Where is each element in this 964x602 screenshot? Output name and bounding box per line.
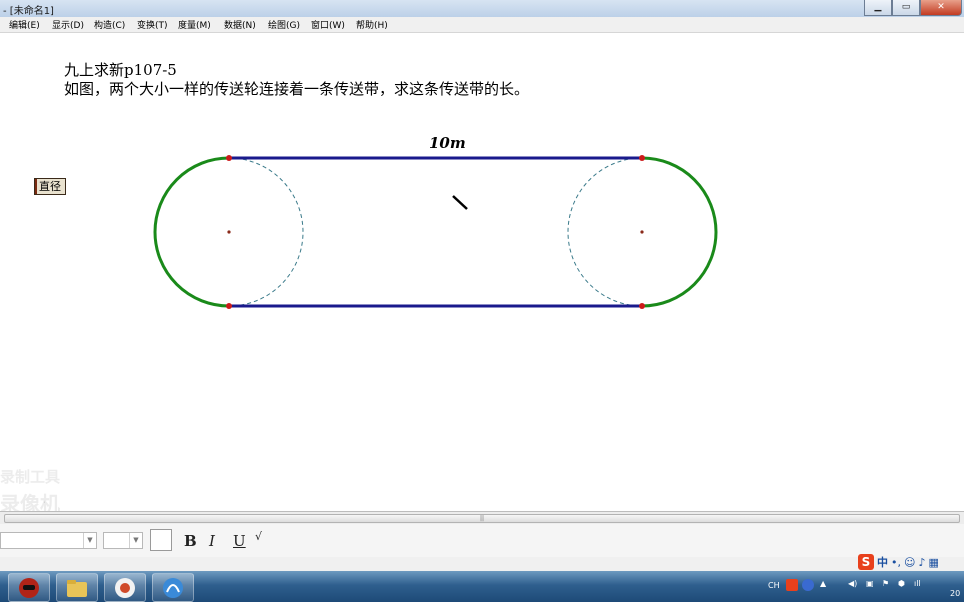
font-size-select[interactable]: ▼ — [103, 532, 143, 549]
menu-transform[interactable]: 变换(T) — [137, 18, 168, 31]
left-wheel-guide — [228, 157, 304, 307]
right-wheel-guide — [567, 157, 643, 307]
taskbar-app-explorer[interactable] — [56, 573, 98, 602]
tangent-point[interactable] — [226, 303, 232, 309]
ime-bar[interactable]: S 中 •, ☺ ♪ ▦ — [858, 554, 939, 570]
taskbar-app-recorder[interactable] — [8, 573, 50, 602]
start-button[interactable] — [0, 573, 8, 600]
menu-data[interactable]: 数据(N) — [224, 18, 256, 31]
tray-expand-icon[interactable]: ▲ — [820, 579, 826, 588]
taskbar-app-sketchpad[interactable] — [152, 573, 194, 602]
text-color-button[interactable] — [150, 529, 172, 551]
ime-mode[interactable]: 中 — [877, 554, 888, 570]
language-indicator[interactable]: CH — [768, 581, 780, 590]
volume-icon[interactable]: ◀) — [848, 579, 857, 588]
italic-button[interactable]: I — [209, 532, 215, 550]
chevron-down-icon: ▼ — [83, 533, 96, 548]
sketch-canvas[interactable]: 九上求新p107-5 如图，两个大小一样的传送轮连接着一条传送带，求这条传送带的… — [0, 33, 964, 517]
underline-button[interactable]: U — [233, 532, 246, 550]
left-wheel-center[interactable] — [227, 230, 231, 234]
ime-punct-icon[interactable]: •, — [891, 556, 901, 569]
length-label: 10m — [429, 134, 466, 152]
menu-window[interactable]: 窗口(W) — [311, 18, 345, 31]
sketchpad-icon — [163, 577, 183, 598]
folder-icon — [67, 579, 87, 597]
recorder-app-icon — [19, 577, 39, 598]
sogou-tray-icon[interactable] — [786, 579, 798, 591]
close-icon[interactable]: ✕ — [920, 0, 962, 16]
window-controls: ▁ ▭ ✕ — [864, 0, 962, 16]
window-title: - [未命名1] — [3, 6, 54, 17]
chevron-down-icon: ▼ — [129, 533, 142, 548]
tangent-point[interactable] — [226, 155, 232, 161]
belt-figure: 10m — [153, 134, 718, 309]
menu-display[interactable]: 显示(D) — [52, 18, 84, 31]
text-format-toolbar: ▼ ▼ B I U √ — [0, 524, 964, 558]
menu-edit[interactable]: 编辑(E) — [9, 18, 40, 31]
menu-graph[interactable]: 绘图(G) — [268, 18, 300, 31]
ime-emoji-icon[interactable]: ☺ — [904, 556, 915, 569]
device-icon[interactable]: ▣ — [866, 579, 874, 588]
maximize-icon[interactable]: ▭ — [892, 0, 920, 16]
taskbar: CH ▲ ◀) ▣ ⚑ ⬢ ıll 20 — [0, 571, 964, 602]
browser-icon — [115, 577, 135, 598]
flag-icon[interactable]: ⚑ — [882, 579, 889, 588]
ime-logo-icon[interactable]: S — [858, 554, 874, 570]
system-tray: CH ▲ ◀) ▣ ⚑ ⬢ ıll 20 — [764, 571, 964, 602]
menu-help[interactable]: 帮助(H) — [356, 18, 388, 31]
right-wheel-center[interactable] — [640, 230, 644, 234]
tangent-point[interactable] — [639, 303, 645, 309]
window-titlebar: - [未命名1] ▁ ▭ ✕ — [0, 0, 964, 17]
right-wheel-arc[interactable] — [641, 156, 718, 308]
horizontal-scrollbar[interactable]: || — [0, 511, 964, 525]
network-icon[interactable]: ıll — [914, 579, 921, 588]
left-wheel-arc[interactable] — [153, 156, 230, 308]
ime-menu-icon[interactable]: ▦ — [929, 556, 939, 569]
update-icon[interactable]: ⬢ — [898, 579, 905, 588]
menu-measure[interactable]: 度量(M) — [178, 18, 211, 31]
font-family-select[interactable]: ▼ — [0, 532, 97, 549]
bold-button[interactable]: B — [184, 532, 197, 550]
pointer-cursor-icon — [452, 195, 468, 210]
tangent-point[interactable] — [639, 155, 645, 161]
menu-bar: 编辑(E) 显示(D) 构造(C) 变换(T) 度量(M) 数据(N) 绘图(G… — [0, 17, 964, 33]
math-format-button[interactable]: √ — [255, 530, 262, 543]
status-bar — [0, 557, 964, 571]
help-tray-icon[interactable] — [802, 579, 814, 591]
scrollbar-thumb[interactable]: || — [4, 514, 960, 523]
clock[interactable]: 20 — [950, 589, 960, 598]
taskbar-app-browser[interactable] — [104, 573, 146, 602]
menu-construct[interactable]: 构造(C) — [94, 18, 125, 31]
watermark-line1: 录制工具 — [0, 468, 61, 487]
minimize-icon[interactable]: ▁ — [864, 0, 892, 16]
ime-mic-icon[interactable]: ♪ — [918, 556, 925, 569]
